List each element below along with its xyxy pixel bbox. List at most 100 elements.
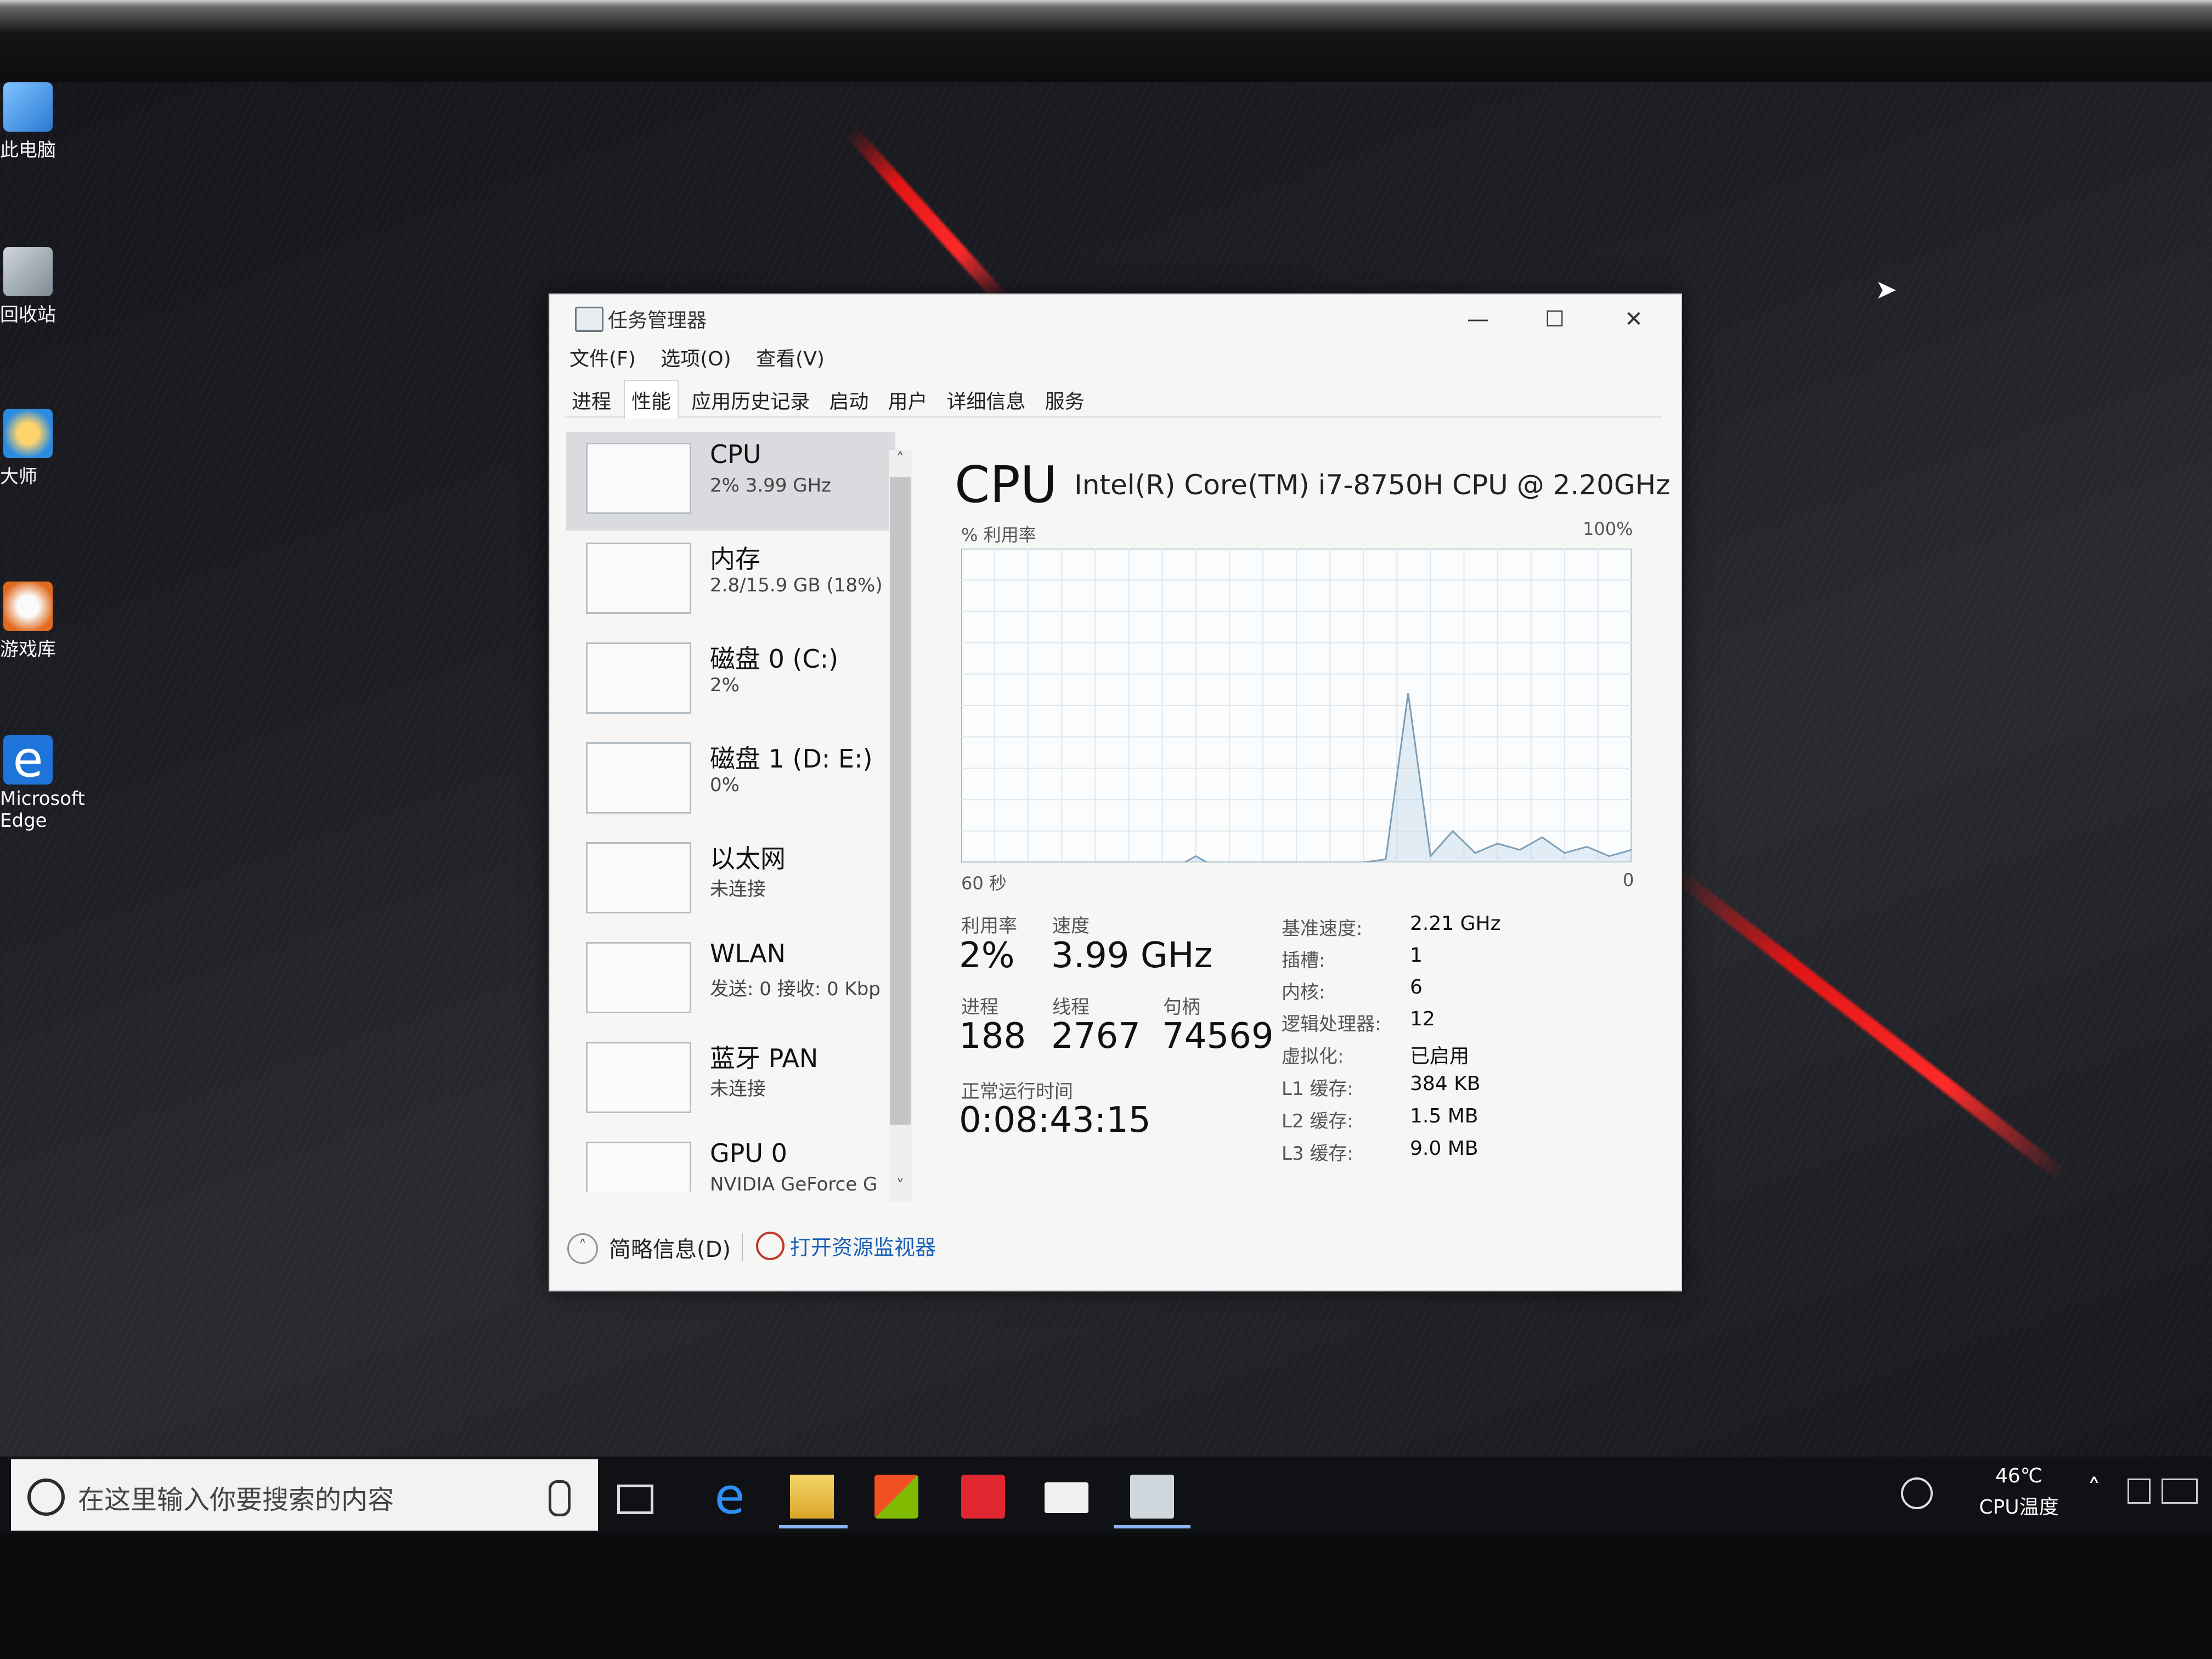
- title-bar[interactable]: 任务管理器 — ☐ ✕: [550, 295, 1681, 338]
- tab-processes[interactable]: 进程: [565, 381, 618, 419]
- processes-value: 188: [959, 1016, 1026, 1057]
- tab-performance[interactable]: 性能: [624, 380, 679, 419]
- resource-item-bluetooth[interactable]: 蓝牙 PAN 未连接: [566, 1031, 895, 1130]
- tab-details[interactable]: 详细信息: [940, 381, 1032, 419]
- resource-name: 磁盘 0 (C:): [710, 644, 839, 674]
- people-icon[interactable]: [1901, 1477, 1933, 1509]
- desktop-icon-this-pc[interactable]: 此电脑: [0, 82, 66, 162]
- network-icon[interactable]: [2162, 1479, 2198, 1504]
- cpu-temperature-label: CPU温度: [1979, 1496, 2059, 1519]
- resource-value: 2%: [710, 674, 740, 696]
- disk0-mini-graph: [586, 642, 691, 714]
- uptime-label: 正常运行时间: [961, 1081, 1073, 1103]
- utilization-value: 2%: [959, 935, 1015, 976]
- resource-value: 未连接: [710, 878, 766, 900]
- menu-view[interactable]: 查看(V): [756, 348, 825, 370]
- detail-key: 插槽:: [1282, 950, 1325, 972]
- resource-item-memory[interactable]: 内存 2.8/15.9 GB (18%): [566, 532, 895, 630]
- detail-value: 1: [1410, 944, 1423, 967]
- desktop-icon-edge[interactable]: e Microsoft Edge: [0, 735, 85, 832]
- resource-item-cpu[interactable]: CPU 2% 3.99 GHz: [566, 432, 895, 531]
- gift-icon[interactable]: [961, 1475, 1005, 1519]
- handles-value: 74569: [1162, 1016, 1274, 1057]
- memory-mini-graph: [586, 543, 691, 614]
- resource-item-wlan[interactable]: WLAN 发送: 0 接收: 0 Kbp: [566, 931, 895, 1030]
- detail-value: 1.5 MB: [1410, 1105, 1479, 1127]
- desktop-icon-game-library[interactable]: 游戏库: [0, 582, 66, 661]
- uptime-value: 0:08:43:15: [959, 1100, 1151, 1141]
- task-manager-taskbar-icon[interactable]: [1130, 1475, 1174, 1519]
- desktop-icon-master[interactable]: 大师: [0, 409, 66, 488]
- task-view-icon[interactable]: [617, 1485, 653, 1514]
- maximize-button[interactable]: ☐: [1522, 300, 1588, 338]
- scroll-up-arrow[interactable]: ˄: [890, 450, 911, 472]
- store-icon[interactable]: [874, 1475, 918, 1519]
- edge-icon[interactable]: e: [708, 1472, 752, 1521]
- desktop-icon-label: 回收站: [0, 304, 56, 326]
- resource-item-disk0[interactable]: 磁盘 0 (C:) 2%: [566, 631, 895, 730]
- task-manager-app-icon: [575, 307, 603, 332]
- tab-strip: 进程 性能 应用历史记录 启动 用户 详细信息 服务: [565, 380, 1662, 419]
- gpu-mini-graph: [586, 1142, 691, 1192]
- panel-title: CPU: [955, 455, 1058, 514]
- chevron-up-icon[interactable]: ˄: [2087, 1474, 2101, 1504]
- resource-name: GPU 0: [710, 1138, 787, 1168]
- graph-y-max: 100%: [1583, 518, 1633, 539]
- utilization-label: 利用率: [961, 915, 1017, 937]
- chevron-up-icon[interactable]: ˄: [567, 1233, 598, 1264]
- wlan-mini-graph: [586, 942, 691, 1013]
- active-app-indicator: [779, 1525, 848, 1528]
- resource-item-disk1[interactable]: 磁盘 1 (D: E:) 0%: [566, 731, 895, 830]
- master-app-icon: [3, 409, 53, 458]
- monitor-bezel-bottom: [0, 1536, 2212, 1659]
- detail-value: 384 KB: [1410, 1073, 1481, 1095]
- threads-value: 2767: [1051, 1016, 1141, 1057]
- cpu-utilization-graph: [961, 549, 1632, 862]
- graph-x-left: 60 秒: [961, 873, 1007, 894]
- graph-grid: [961, 549, 1632, 862]
- bluetooth-mini-graph: [586, 1042, 691, 1113]
- resource-value: 发送: 0 接收: 0 Kbp: [710, 978, 881, 1000]
- fewer-details-button[interactable]: 简略信息(D): [609, 1232, 731, 1263]
- recycle-bin-icon: [3, 247, 53, 296]
- resource-name: CPU: [710, 439, 761, 469]
- resource-item-ethernet[interactable]: 以太网 未连接: [566, 831, 895, 930]
- desktop-icon-label: Microsoft Edge: [0, 788, 85, 832]
- tablet-icon[interactable]: [2128, 1479, 2151, 1504]
- tab-startup[interactable]: 启动: [822, 381, 875, 419]
- detail-key: L2 缓存:: [1282, 1110, 1353, 1132]
- desktop-icon-label: 此电脑: [0, 139, 56, 161]
- resource-name: 蓝牙 PAN: [710, 1043, 819, 1073]
- tab-services[interactable]: 服务: [1039, 381, 1091, 419]
- cortana-icon[interactable]: [27, 1479, 65, 1516]
- menu-file[interactable]: 文件(F): [569, 348, 636, 370]
- mail-icon[interactable]: [1045, 1482, 1088, 1513]
- cpu-mini-graph: [586, 443, 691, 514]
- active-app-indicator: [1114, 1525, 1190, 1528]
- minimize-button[interactable]: —: [1445, 300, 1511, 338]
- detail-value: 9.0 MB: [1410, 1137, 1479, 1160]
- tab-users[interactable]: 用户: [881, 381, 934, 419]
- resource-value: NVIDIA GeForce G: [710, 1173, 878, 1192]
- edge-icon: e: [3, 735, 53, 785]
- resource-name: 以太网: [710, 844, 786, 873]
- desktop-icon-recycle-bin[interactable]: 回收站: [0, 247, 66, 326]
- menu-bar: 文件(F) 选项(O) 查看(V): [569, 343, 843, 374]
- file-explorer-icon[interactable]: [790, 1475, 834, 1519]
- resource-monitor-icon: [756, 1232, 785, 1260]
- detail-value: 已启用: [1410, 1045, 1470, 1068]
- search-placeholder[interactable]: 在这里输入你要搜索的内容: [78, 1478, 394, 1516]
- detail-key: 逻辑处理器:: [1282, 1013, 1381, 1035]
- open-resource-monitor-link[interactable]: 打开资源监视器: [790, 1231, 936, 1261]
- desktop-icon-label: 大师: [0, 466, 37, 488]
- scroll-down-arrow[interactable]: ˅: [890, 1177, 911, 1199]
- mouse-cursor-icon: ➤: [1875, 274, 1898, 305]
- ethernet-mini-graph: [586, 842, 691, 913]
- window-title: 任务管理器: [608, 309, 707, 332]
- close-button[interactable]: ✕: [1601, 300, 1667, 338]
- microphone-icon[interactable]: [549, 1480, 571, 1516]
- resource-item-gpu[interactable]: GPU 0 NVIDIA GeForce G: [566, 1131, 895, 1192]
- menu-options[interactable]: 选项(O): [661, 348, 731, 370]
- tab-app-history[interactable]: 应用历史记录: [685, 381, 816, 419]
- scrollbar-thumb[interactable]: [890, 477, 911, 1125]
